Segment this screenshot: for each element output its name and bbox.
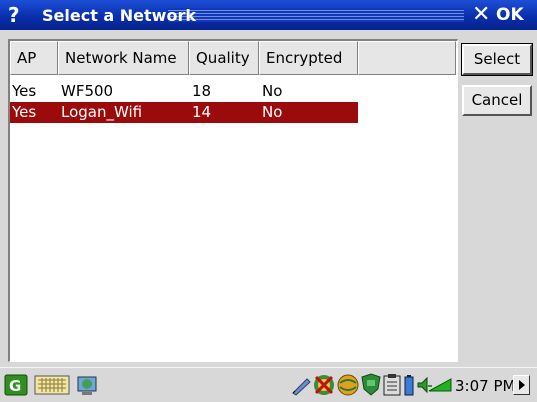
svg-text:G: G (9, 377, 21, 395)
close-button[interactable]: ✕ (472, 2, 490, 27)
keyboard-icon[interactable] (34, 375, 70, 395)
cell-network-name: Logan_Wifi (61, 103, 143, 121)
column-header-encrypted[interactable]: Encrypted (259, 41, 358, 75)
cell-encrypted: No (262, 103, 283, 121)
cell-network-name: WF500 (61, 82, 114, 100)
cell-ap: Yes (12, 82, 37, 100)
cell-quality: 14 (192, 103, 212, 121)
shield-icon[interactable] (360, 373, 382, 397)
taskbar-scroll-right-arrow-icon[interactable] (513, 375, 530, 395)
column-header-ap[interactable]: AP (10, 41, 58, 75)
sync-icon[interactable] (312, 373, 336, 397)
clipboard-icon[interactable] (382, 373, 402, 397)
cell-encrypted: No (262, 82, 283, 100)
column-header-network-name[interactable]: Network Name (58, 41, 189, 75)
column-header-filler (358, 41, 456, 75)
pen-icon[interactable] (290, 374, 312, 396)
signal-icon[interactable] (428, 377, 452, 393)
cell-quality: 18 (192, 82, 212, 100)
help-button[interactable]: ? (8, 3, 20, 27)
battery-icon[interactable] (404, 374, 414, 396)
table-row-selected[interactable]: Yes Logan_Wifi 14 No (10, 102, 358, 123)
ok-button[interactable]: OK (496, 5, 524, 25)
window-title: Select a Network (42, 6, 196, 25)
network-icon[interactable] (76, 374, 100, 396)
clock[interactable]: 3:07 PM (455, 377, 515, 395)
cancel-button[interactable]: Cancel (462, 85, 532, 116)
globe-icon[interactable] (336, 373, 360, 397)
cell-ap: Yes (12, 103, 37, 121)
network-list[interactable]: AP Network Name Quality Encrypted Yes WF… (8, 39, 458, 362)
taskbar: G 3:07 PM (0, 367, 537, 402)
table-row[interactable]: Yes WF500 18 No (10, 81, 358, 102)
select-button[interactable]: Select (462, 44, 532, 75)
column-header-quality[interactable]: Quality (189, 41, 259, 75)
start-icon[interactable]: G (4, 374, 28, 396)
title-bar: ? Select a Network ✕ OK (0, 0, 537, 30)
title-bar-stripes (168, 8, 464, 22)
